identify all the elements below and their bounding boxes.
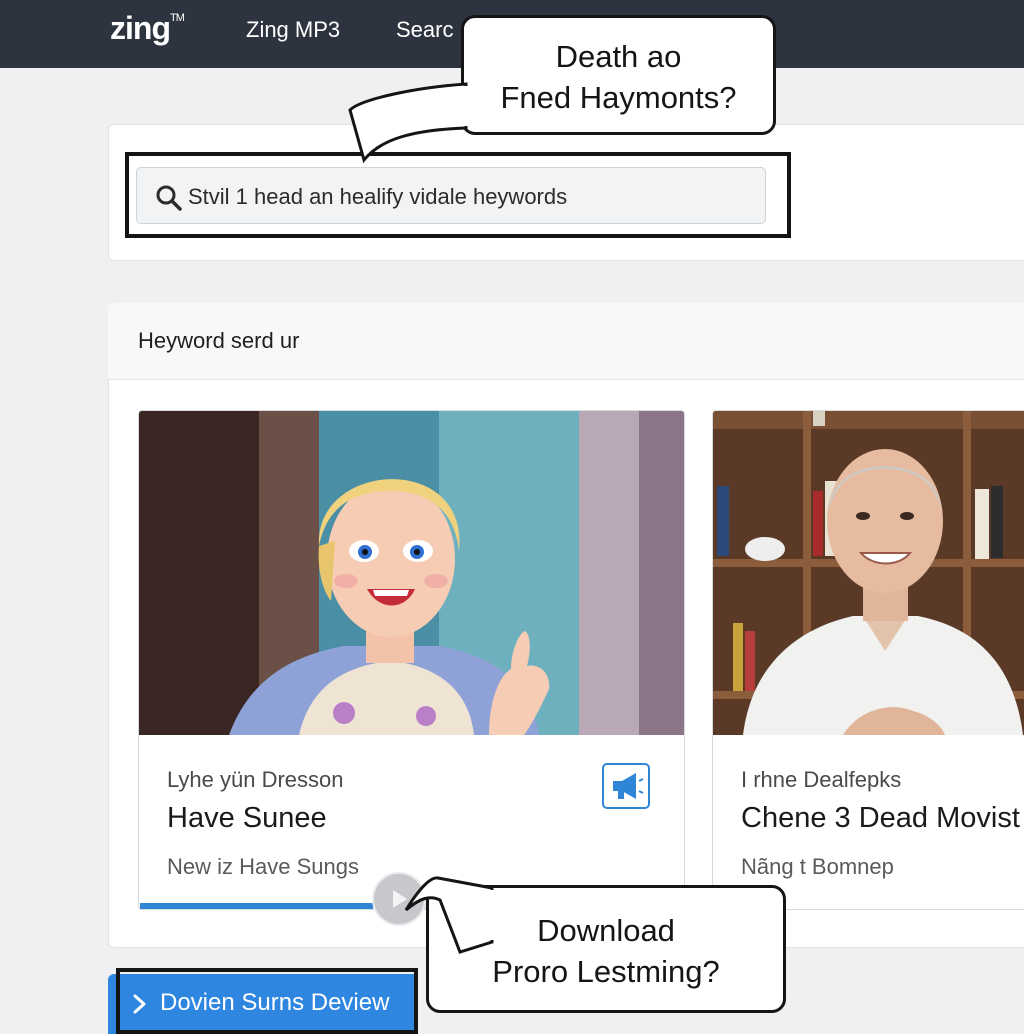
logo-text: zing [110, 10, 171, 46]
speech-bubble-tail-bottom [404, 876, 498, 954]
chevron-right-icon [133, 994, 146, 1014]
playback-progress-fill [140, 903, 373, 909]
video-title[interactable]: Have Sunee [167, 802, 327, 835]
video-meta: New iz Have Sungs [167, 854, 359, 879]
speech-bubble-top-line2: Fned Haymonts? [500, 80, 737, 115]
search-input-value: Stvil 1 head an healify vidale heywords [188, 184, 568, 209]
speech-bubble-top: Death ao Fned Haymonts? [461, 15, 776, 135]
video-subtitle: I rhne Dealfepks [741, 767, 902, 792]
search-icon [156, 185, 182, 211]
video-card[interactable]: I rhne Dealfepks Chene 3 Dead Movist Nãn… [712, 410, 1024, 910]
speech-bubble-top-line1: Death ao [555, 39, 682, 74]
animated-girl-image [139, 411, 684, 735]
nav-link-zing-mp3[interactable]: Zing MP3 [246, 17, 340, 43]
man-portrait-image [713, 411, 1024, 735]
audio-button[interactable] [602, 763, 650, 809]
results-title: Heyword serd ur [138, 328, 300, 353]
speech-bubble-tail-top [348, 82, 472, 164]
download-reviews-label: Dovien Surns Deview [160, 989, 390, 1016]
logo-trademark: TM [169, 12, 185, 25]
video-card[interactable]: Lyhe yün Dresson Have Sunee New iz Have … [138, 410, 685, 910]
video-thumbnail[interactable] [139, 411, 684, 735]
zing-logo[interactable]: zingTM [110, 10, 185, 47]
video-meta: Nãng t Bomnep [741, 854, 894, 879]
nav-link-search[interactable]: Searc [396, 17, 453, 43]
video-thumbnail[interactable] [713, 411, 1024, 735]
video-subtitle: Lyhe yün Dresson [167, 767, 344, 792]
megaphone-icon [613, 773, 644, 799]
video-title[interactable]: Chene 3 Dead Movist [741, 802, 1020, 835]
